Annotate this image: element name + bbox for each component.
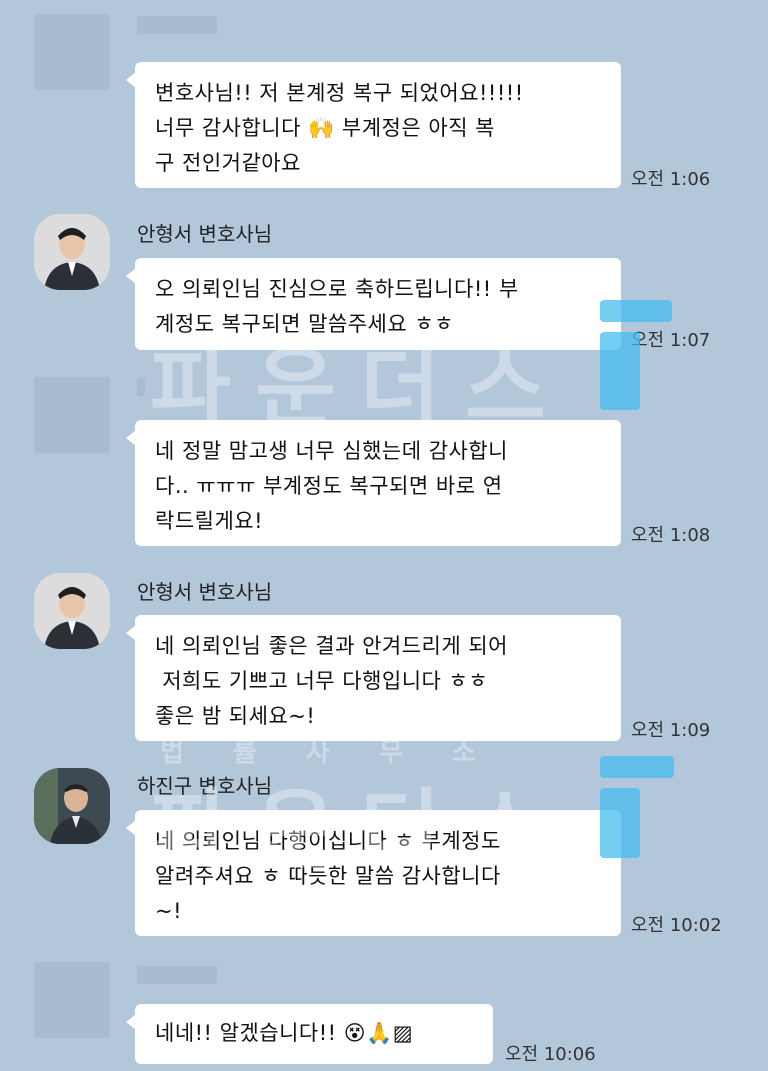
sender-blurred <box>137 16 217 34</box>
sender-blurred <box>137 378 145 396</box>
person-photo-icon <box>34 214 110 290</box>
message-time: 오전 10:06 <box>505 1044 596 1065</box>
sender-name: 안형서 변호사님 <box>137 580 273 604</box>
message-time: 오전 1:06 <box>631 169 711 190</box>
avatar-blurred <box>34 14 110 90</box>
lawyer-avatar[interactable] <box>34 214 110 290</box>
message-time: 오전 1:08 <box>631 525 711 546</box>
message-bubble: 네 정말 맘고생 너무 심했는데 감사합니 다.. ㅠㅠㅠ 부계정도 복구되면 … <box>126 420 621 546</box>
message-bubble: 네 의뢰인님 좋은 결과 안겨드리게 되어 저희도 기쁘고 너무 다행입니다 ㅎ… <box>126 615 621 741</box>
message-time: 오전 10:02 <box>631 915 722 936</box>
sender-name: 하진구 변호사님 <box>137 774 273 798</box>
person-photo-icon <box>34 573 110 649</box>
avatar-blurred <box>34 962 110 1038</box>
person-photo-icon <box>34 768 110 844</box>
message-bubble: 네 의뢰인님 다행이십니다 ㅎ 부계정도 알려주셔요 ㅎ 따듯한 말씀 감사합니… <box>126 810 621 936</box>
watermark-logo-mark <box>600 756 674 778</box>
avatar-blurred <box>34 377 110 453</box>
sender-blurred <box>137 966 217 984</box>
lawyer-avatar[interactable] <box>34 768 110 844</box>
sender-name: 안형서 변호사님 <box>137 222 273 246</box>
message-bubble: 오 의뢰인님 진심으로 축하드립니다!! 부 계정도 복구되면 말씀주세요 ㅎㅎ <box>126 258 621 350</box>
message-bubble: 변호사님!! 저 본계정 복구 되었어요!!!!! 너무 감사합니다 🙌 부계정… <box>126 62 621 188</box>
lawyer-avatar[interactable] <box>34 573 110 649</box>
message-bubble: 네네!! 알겠습니다!! 😵🙏▨ <box>126 1004 493 1064</box>
message-time: 오전 1:07 <box>631 330 711 351</box>
message-time: 오전 1:09 <box>631 720 711 741</box>
